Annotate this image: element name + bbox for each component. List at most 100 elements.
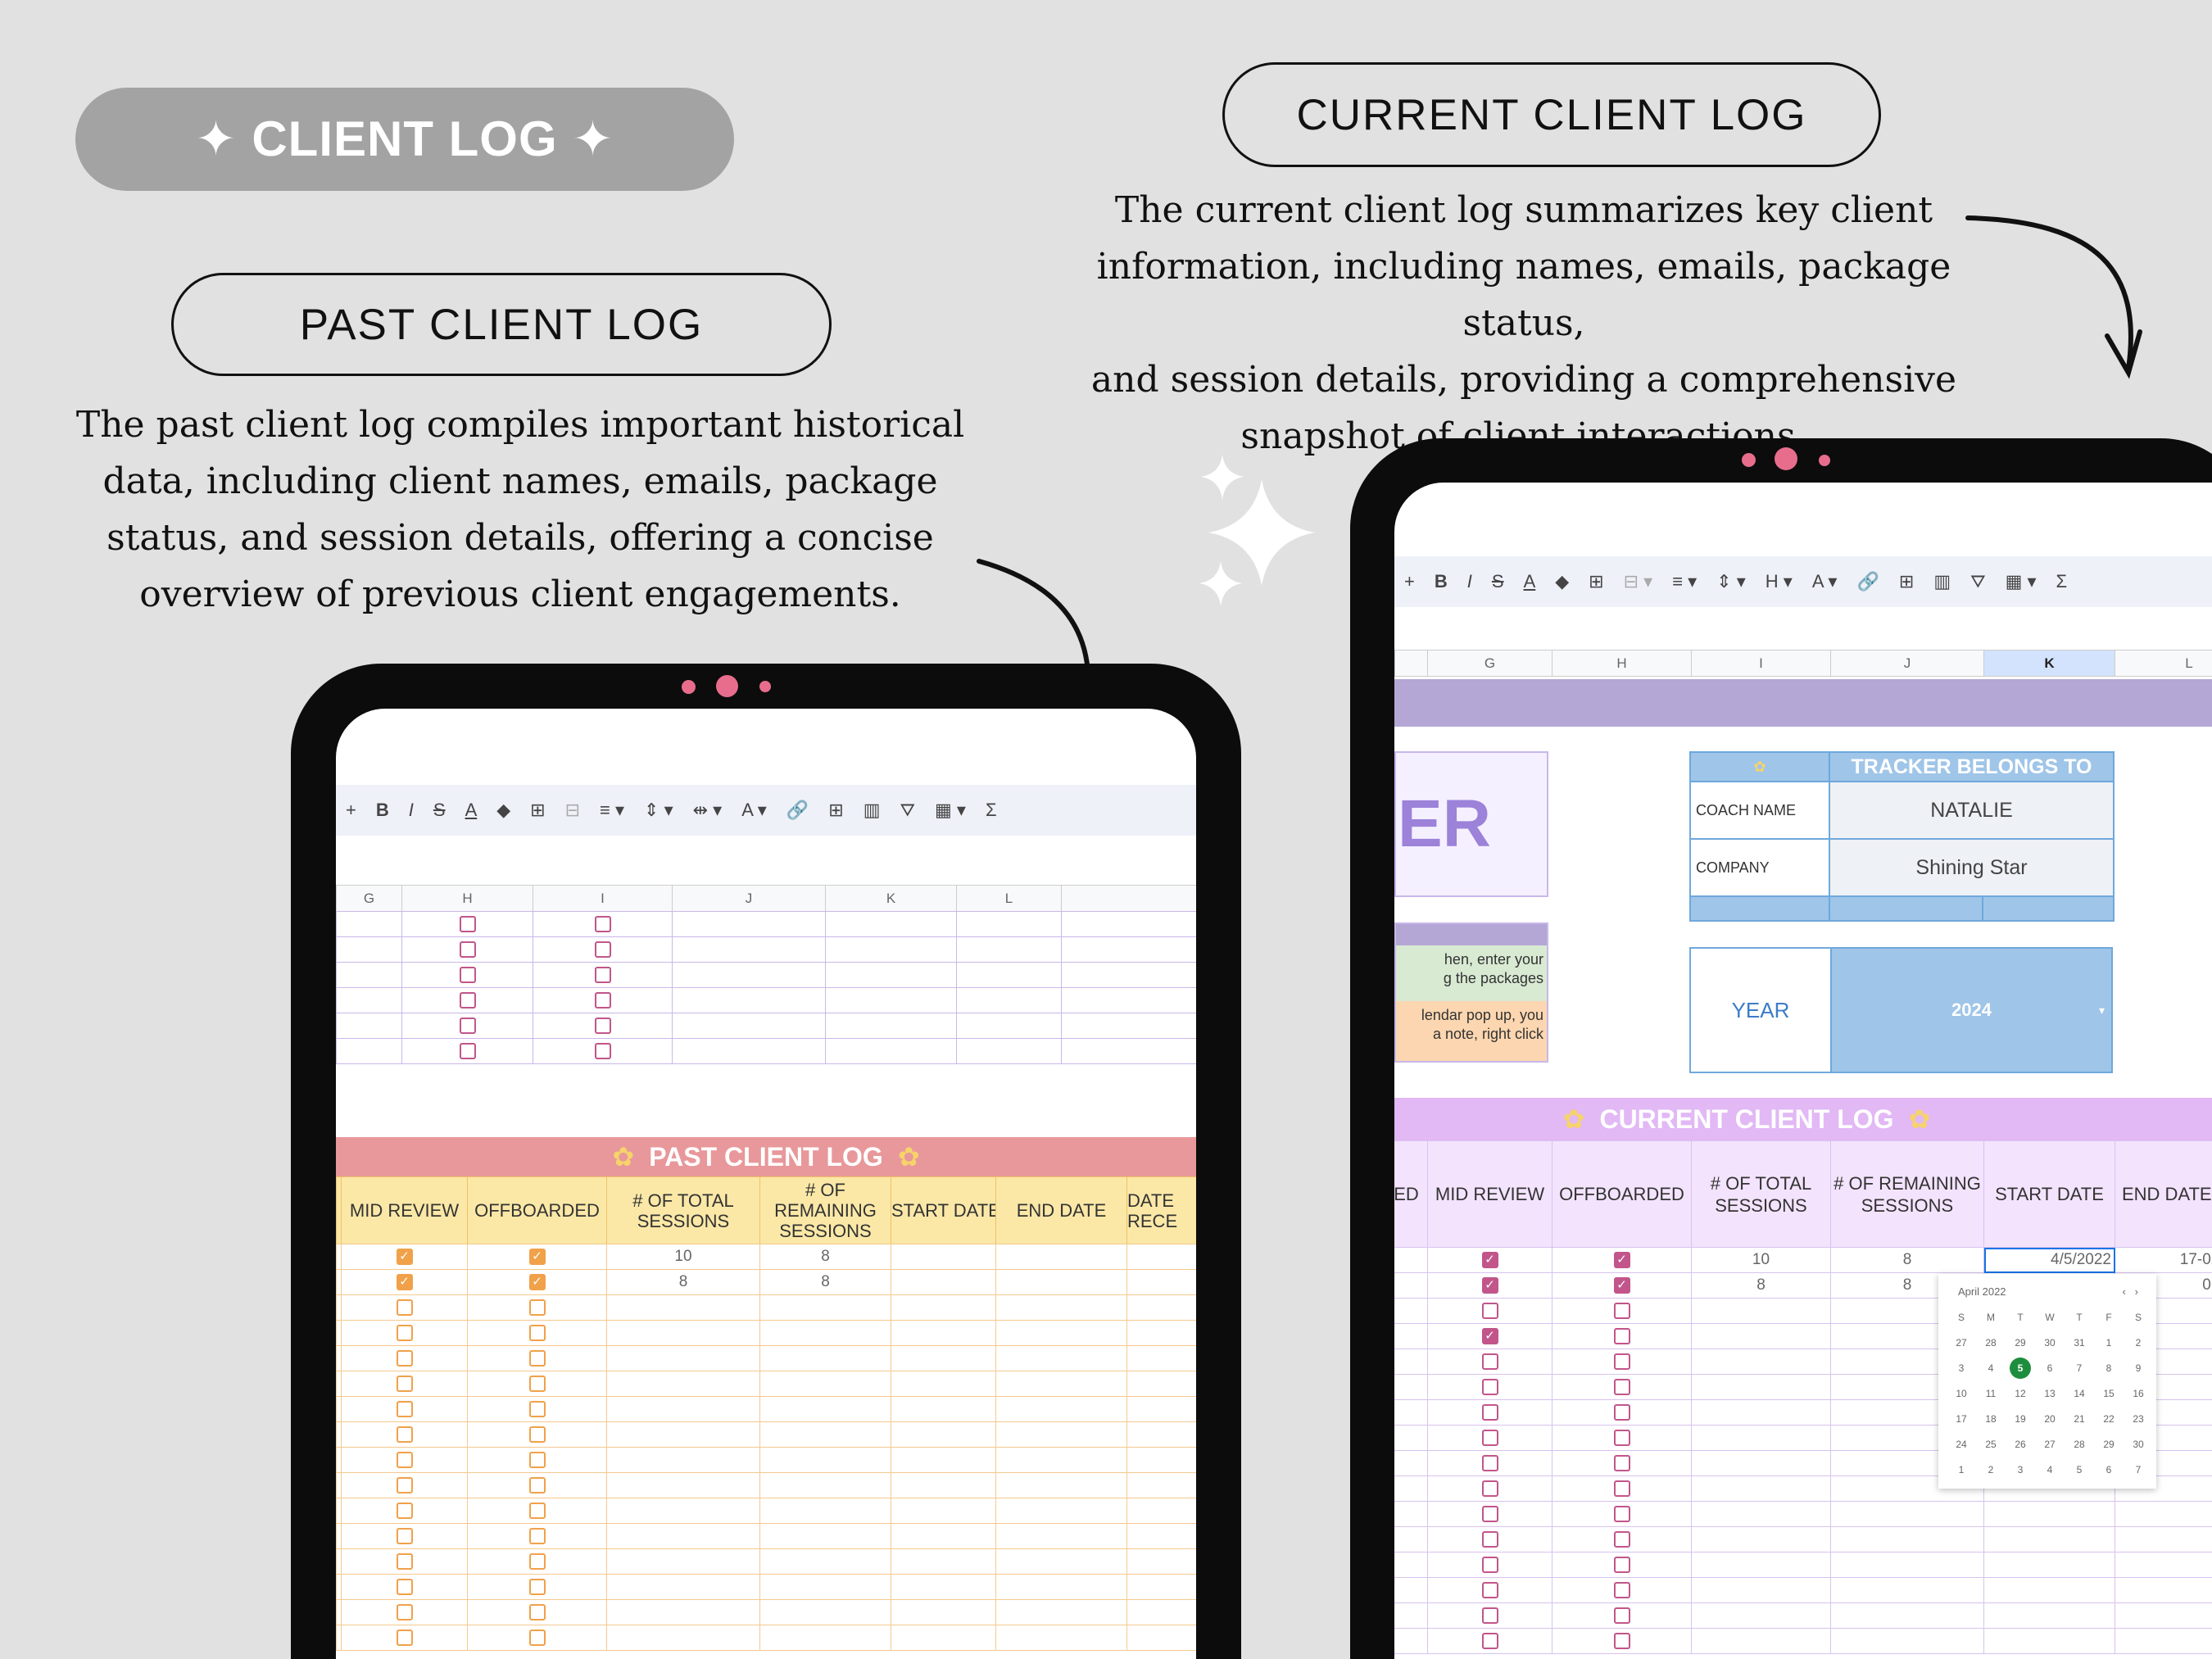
total-sessions-cell[interactable] bbox=[1691, 1323, 1831, 1349]
filter-icon[interactable]: ⛛ bbox=[900, 800, 915, 821]
comment-icon[interactable]: ⊞ bbox=[1899, 571, 1914, 592]
checkbox[interactable] bbox=[1481, 1581, 1498, 1598]
data-cell[interactable] bbox=[1126, 1345, 1196, 1371]
checkbox[interactable] bbox=[528, 1349, 546, 1367]
checkbox[interactable]: ✓ bbox=[1481, 1327, 1498, 1344]
text-rotation-icon[interactable]: A ▾ bbox=[1812, 571, 1838, 592]
checkbox[interactable] bbox=[396, 1451, 413, 1468]
remaining-sessions-cell[interactable] bbox=[759, 1294, 891, 1321]
calendar-day[interactable]: 24 bbox=[1947, 1431, 1976, 1457]
remaining-sessions-cell[interactable] bbox=[759, 1498, 891, 1524]
total-sessions-cell[interactable] bbox=[606, 1625, 760, 1651]
calendar-day[interactable]: 3 bbox=[2006, 1457, 2035, 1482]
calendar-day[interactable]: 30 bbox=[2035, 1330, 2065, 1355]
column-letter[interactable] bbox=[1061, 885, 1196, 912]
total-sessions-cell[interactable] bbox=[1691, 1374, 1831, 1400]
text-rotation-icon[interactable]: A ▾ bbox=[741, 800, 767, 821]
calendar-day[interactable]: 2 bbox=[1976, 1457, 2006, 1482]
calendar-day[interactable]: 4 bbox=[2035, 1457, 2065, 1482]
checkbox[interactable] bbox=[1481, 1480, 1498, 1497]
calendar-day[interactable]: 19 bbox=[2006, 1406, 2035, 1431]
calendar-day[interactable]: 20 bbox=[2035, 1406, 2065, 1431]
data-cell[interactable] bbox=[995, 1447, 1127, 1473]
checkbox[interactable] bbox=[396, 1299, 413, 1316]
checkbox[interactable] bbox=[594, 1018, 611, 1034]
checkbox[interactable]: ✓ bbox=[396, 1273, 413, 1290]
checkbox[interactable]: ✓ bbox=[1481, 1276, 1498, 1294]
total-sessions-cell[interactable] bbox=[606, 1345, 760, 1371]
end-date-cell[interactable] bbox=[2115, 1526, 2212, 1552]
data-cell[interactable] bbox=[891, 1625, 996, 1651]
data-cell[interactable] bbox=[891, 1498, 996, 1524]
data-cell[interactable] bbox=[891, 1294, 996, 1321]
total-sessions-cell[interactable] bbox=[606, 1472, 760, 1498]
data-cell[interactable] bbox=[891, 1396, 996, 1422]
calendar-day[interactable]: 21 bbox=[2065, 1406, 2094, 1431]
checkbox[interactable] bbox=[1613, 1632, 1630, 1649]
merge-cells-icon[interactable]: ⊟ ▾ bbox=[1624, 571, 1653, 592]
data-cell[interactable] bbox=[891, 1574, 996, 1600]
data-cell[interactable] bbox=[995, 1498, 1127, 1524]
calendar-day[interactable]: 4 bbox=[1976, 1355, 2006, 1380]
end-date-cell[interactable] bbox=[2115, 1501, 2212, 1527]
start-date-cell[interactable] bbox=[1983, 1501, 2115, 1527]
chart-icon[interactable]: ▥ bbox=[1933, 571, 1951, 592]
total-sessions-cell[interactable]: 10 bbox=[1691, 1247, 1831, 1273]
vertical-align-icon[interactable]: ⇕ ▾ bbox=[1716, 571, 1746, 592]
data-cell[interactable] bbox=[995, 1472, 1127, 1498]
column-letter[interactable]: J bbox=[672, 885, 826, 912]
checkbox[interactable] bbox=[528, 1629, 546, 1646]
total-sessions-cell[interactable]: 8 bbox=[606, 1269, 760, 1295]
checkbox[interactable] bbox=[1613, 1607, 1630, 1624]
calendar-day[interactable]: 8 bbox=[2094, 1355, 2124, 1380]
borders-icon[interactable]: ⊞ bbox=[530, 800, 545, 821]
checkbox[interactable] bbox=[396, 1476, 413, 1494]
remaining-sessions-cell[interactable]: 8 bbox=[759, 1269, 891, 1295]
coach-name-value[interactable]: NATALIE bbox=[1829, 781, 2115, 840]
calendar-day[interactable]: 18 bbox=[1976, 1406, 2006, 1431]
column-letter[interactable]: L bbox=[2115, 650, 2212, 677]
total-sessions-cell[interactable] bbox=[606, 1574, 760, 1600]
total-sessions-cell[interactable] bbox=[1691, 1628, 1831, 1654]
data-cell[interactable] bbox=[1126, 1244, 1196, 1270]
calendar-day[interactable]: 22 bbox=[2094, 1406, 2124, 1431]
total-sessions-cell[interactable] bbox=[606, 1320, 760, 1346]
data-cell[interactable] bbox=[995, 1396, 1127, 1422]
column-letter[interactable]: I bbox=[533, 885, 673, 912]
total-sessions-cell[interactable] bbox=[1691, 1475, 1831, 1502]
data-cell[interactable] bbox=[1126, 1294, 1196, 1321]
remaining-sessions-cell[interactable] bbox=[759, 1345, 891, 1371]
data-cell[interactable] bbox=[891, 1447, 996, 1473]
data-cell[interactable] bbox=[1126, 1447, 1196, 1473]
data-cell[interactable] bbox=[891, 1269, 996, 1295]
column-letter[interactable]: K bbox=[1983, 650, 2115, 677]
remaining-sessions-cell[interactable] bbox=[759, 1625, 891, 1651]
remaining-sessions-cell[interactable]: 8 bbox=[759, 1244, 891, 1270]
data-cell[interactable] bbox=[1126, 1320, 1196, 1346]
remaining-sessions-cell[interactable] bbox=[759, 1447, 891, 1473]
data-cell[interactable] bbox=[995, 1625, 1127, 1651]
add-icon[interactable]: + bbox=[346, 800, 356, 821]
checkbox[interactable] bbox=[459, 992, 476, 1009]
checkbox[interactable] bbox=[1613, 1327, 1630, 1344]
checkbox[interactable] bbox=[1613, 1403, 1630, 1421]
total-sessions-cell[interactable] bbox=[1691, 1425, 1831, 1451]
checkbox[interactable] bbox=[594, 992, 611, 1009]
total-sessions-cell[interactable] bbox=[606, 1447, 760, 1473]
checkbox[interactable] bbox=[1481, 1429, 1498, 1446]
checkbox[interactable]: ✓ bbox=[528, 1248, 546, 1265]
checkbox[interactable] bbox=[1613, 1480, 1630, 1497]
chevron-right-icon[interactable]: › bbox=[2135, 1285, 2138, 1298]
total-sessions-cell[interactable] bbox=[606, 1498, 760, 1524]
checkbox[interactable] bbox=[1481, 1353, 1498, 1370]
total-sessions-cell[interactable] bbox=[606, 1599, 760, 1625]
functions-icon[interactable]: Σ bbox=[2056, 571, 2068, 592]
total-sessions-cell[interactable] bbox=[1691, 1577, 1831, 1603]
data-cell[interactable] bbox=[1126, 1498, 1196, 1524]
calendar-day[interactable]: 15 bbox=[2094, 1380, 2124, 1406]
checkbox[interactable] bbox=[528, 1552, 546, 1570]
data-cell[interactable] bbox=[995, 1345, 1127, 1371]
checkbox[interactable] bbox=[396, 1502, 413, 1519]
checkbox[interactable]: ✓ bbox=[528, 1273, 546, 1290]
filter-views-icon[interactable]: ▦ ▾ bbox=[935, 800, 966, 821]
